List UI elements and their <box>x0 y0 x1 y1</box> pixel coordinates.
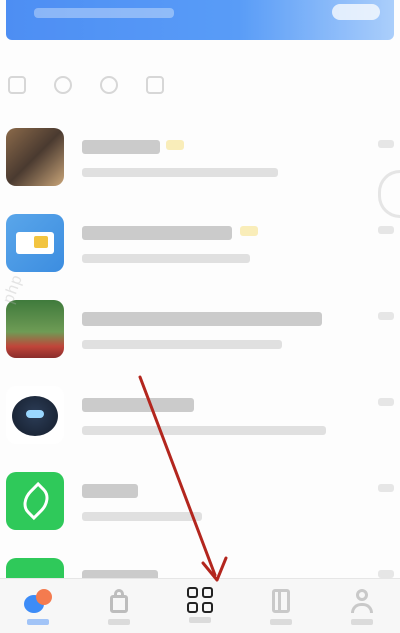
avatar <box>6 128 64 186</box>
tag-badge <box>240 226 258 236</box>
quick-actions-row <box>8 76 164 94</box>
chat-list-item[interactable] <box>0 204 400 290</box>
search-icon[interactable] <box>54 76 72 94</box>
banner-text <box>34 8 174 18</box>
chat-time <box>378 140 394 148</box>
leaf-icon <box>16 481 56 521</box>
avatar <box>6 472 64 530</box>
chat-time <box>378 570 394 578</box>
document-icon <box>267 587 295 615</box>
workbench-grid-icon <box>187 587 213 613</box>
robot-icon <box>12 396 58 436</box>
nav-item-bag[interactable] <box>91 587 147 633</box>
nav-label <box>27 619 49 625</box>
avatar <box>6 300 64 358</box>
nav-item-profile[interactable] <box>334 587 390 633</box>
chat-title <box>82 312 322 326</box>
avatar <box>6 214 64 272</box>
chat-preview <box>82 168 278 177</box>
nav-label <box>108 619 130 625</box>
chat-list-item[interactable] <box>0 462 400 548</box>
chat-title <box>82 398 194 412</box>
nav-item-messages[interactable] <box>10 587 66 633</box>
contacts-icon[interactable] <box>100 76 118 94</box>
nav-label <box>351 619 373 625</box>
chat-time <box>378 226 394 234</box>
chat-preview <box>82 340 282 349</box>
chat-title <box>82 140 160 154</box>
chat-time <box>378 398 394 406</box>
scan-icon[interactable] <box>8 76 26 94</box>
nav-item-documents[interactable] <box>253 587 309 633</box>
bag-icon <box>105 587 133 615</box>
chat-list-item[interactable] <box>0 376 400 462</box>
chat-list-item[interactable] <box>0 290 400 376</box>
nav-label <box>189 617 211 623</box>
nav-item-workbench[interactable] <box>172 587 228 633</box>
chat-list <box>0 118 400 633</box>
top-banner[interactable] <box>6 0 394 40</box>
chat-title <box>82 226 232 240</box>
calendar-icon[interactable] <box>146 76 164 94</box>
chat-time <box>378 312 394 320</box>
nav-label <box>270 619 292 625</box>
card-icon <box>16 232 54 254</box>
chat-preview <box>82 426 326 435</box>
messages-icon <box>24 587 52 615</box>
chat-title <box>82 484 138 498</box>
chat-time <box>378 484 394 492</box>
bottom-nav <box>0 578 400 633</box>
tag-badge <box>166 140 184 150</box>
banner-button[interactable] <box>332 4 380 20</box>
avatar <box>6 386 64 444</box>
chat-preview <box>82 512 202 521</box>
user-icon <box>348 587 376 615</box>
chat-list-item[interactable] <box>0 118 400 204</box>
app-screen: php <box>0 0 400 633</box>
chat-preview <box>82 254 250 263</box>
